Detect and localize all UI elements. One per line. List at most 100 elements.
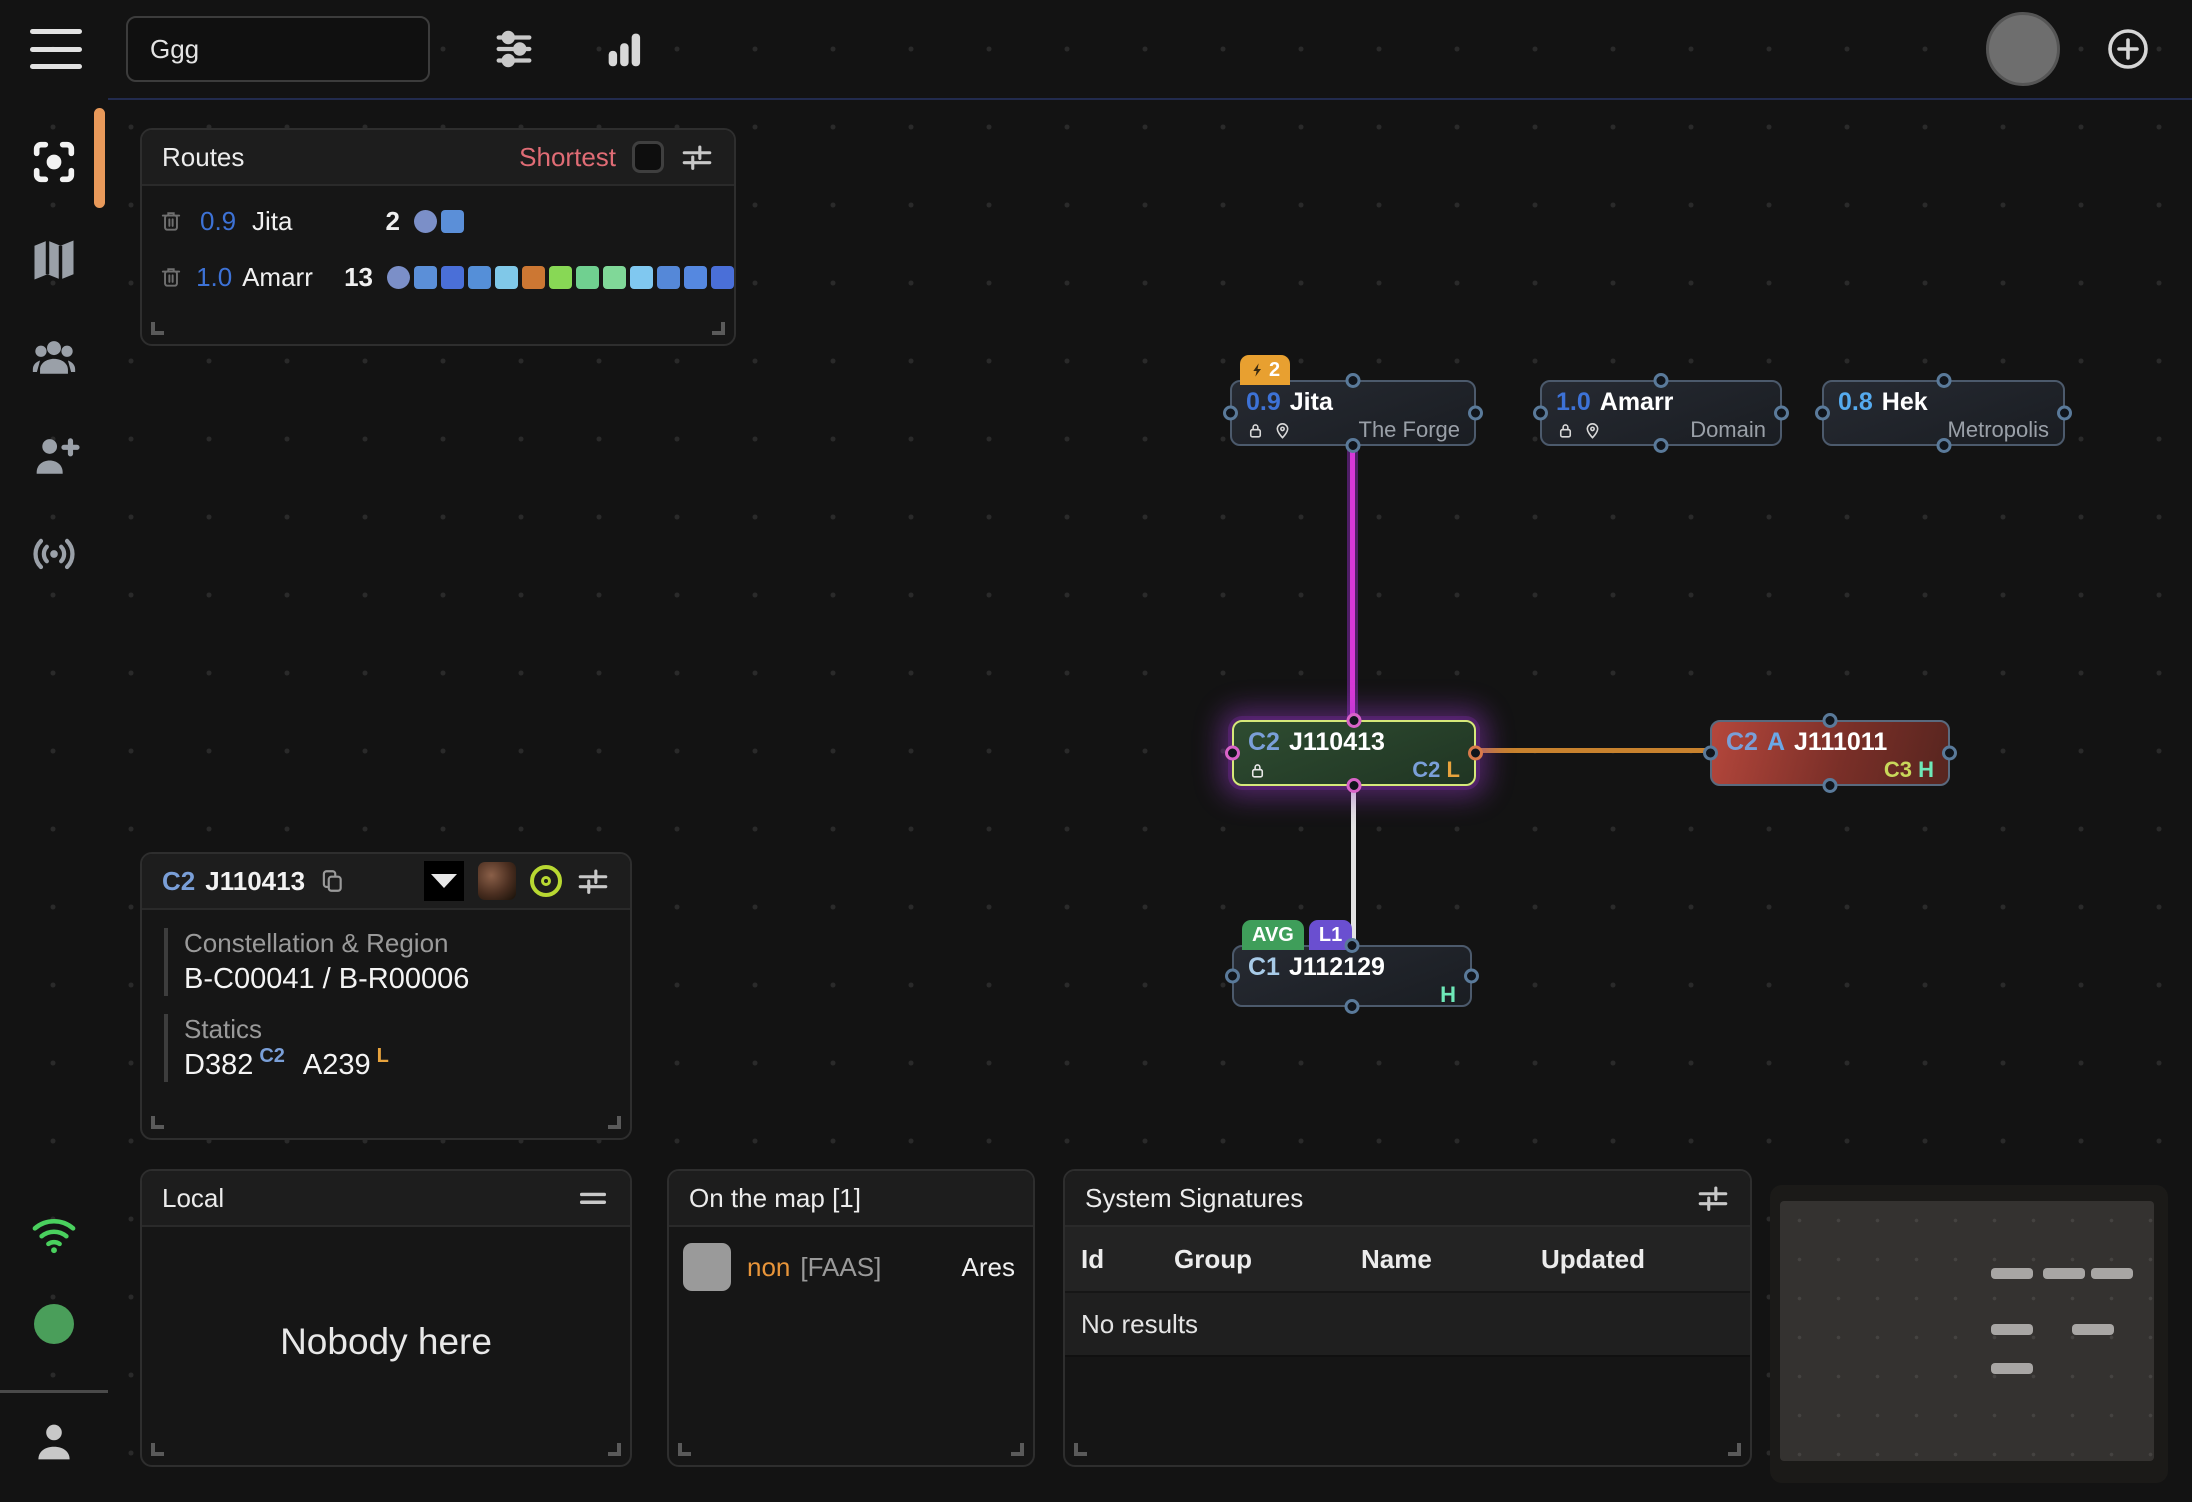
system-settings-icon[interactable] [576,864,610,898]
node-handle[interactable] [1533,406,1548,421]
node-handle[interactable] [1823,778,1838,793]
edge-j110413-j111011[interactable] [1478,748,1710,753]
node-handle[interactable] [1468,406,1483,421]
sidebar-item-add-character[interactable] [26,428,82,484]
node-handle[interactable] [1468,746,1483,761]
route-jump-square [522,266,545,289]
pilot-ship: Ares [962,1252,1015,1283]
col-id[interactable]: Id [1081,1244,1174,1275]
bar-chart-icon[interactable] [598,23,650,75]
map-node-hek[interactable]: 0.8Hek Metropolis [1822,380,2065,446]
route-mode-checkbox[interactable] [632,141,664,173]
col-name[interactable]: Name [1361,1244,1541,1275]
route-row[interactable]: 0.9 Jita 2 [158,200,734,242]
node-handle[interactable] [1345,938,1360,953]
sidebar-item-user[interactable] [26,1414,82,1470]
system-name: J112129 [1289,952,1385,982]
routes-panel: Routes Shortest 0.9 Jita 2 [140,128,736,346]
effect-ring-icon[interactable] [530,865,562,897]
map-node-j110413-selected[interactable]: C2J110413 C2 L [1232,720,1476,786]
col-group[interactable]: Group [1174,1244,1361,1275]
sidebar-item-map[interactable] [26,232,82,288]
resize-handle[interactable] [1728,1443,1741,1456]
static-code: A239 [303,1049,371,1082]
map-node-amarr[interactable]: 1.0Amarr Domain [1540,380,1782,446]
signatures-settings-icon[interactable] [1696,1181,1730,1215]
trash-icon[interactable] [158,208,192,234]
resize-handle[interactable] [608,1443,621,1456]
map-canvas[interactable]: 2 0.9Jita The Forge 1.0Amarr Dom [108,98,2192,1502]
constellation-value: B-C00041 / B-R00006 [184,963,630,996]
node-handle[interactable] [1464,969,1479,984]
sidebar-item-broadcast[interactable] [26,526,82,582]
minimap-node [1991,1363,2033,1374]
security-status: 0.8 [1838,387,1873,417]
resize-handle[interactable] [608,1116,621,1129]
route-jump-square [684,266,707,289]
node-handle[interactable] [1654,373,1669,388]
avg-badge: AVG [1242,920,1304,950]
node-handle[interactable] [1654,438,1669,453]
resize-handle[interactable] [1011,1443,1024,1456]
resize-handle[interactable] [151,322,164,335]
node-handle[interactable] [2057,406,2072,421]
route-path [387,266,734,289]
statics-section: Statics D382C2 A239L [164,1014,630,1082]
node-handle[interactable] [1346,373,1361,388]
node-handle[interactable] [1223,406,1238,421]
sidebar-item-characters[interactable] [26,330,82,386]
node-handle[interactable] [1942,746,1957,761]
location-pin-icon [1273,421,1292,440]
minimap[interactable] [1770,1185,2168,1483]
topbar [0,0,2192,98]
region-name: The Forge [1359,418,1461,442]
resize-handle[interactable] [712,322,725,335]
filter-sliders-icon[interactable] [488,23,540,75]
node-handle[interactable] [1815,406,1830,421]
resize-handle[interactable] [678,1443,691,1456]
node-handle[interactable] [1347,713,1362,728]
route-destination[interactable]: Amarr [242,262,334,293]
col-updated[interactable]: Updated [1541,1244,1750,1275]
copy-icon[interactable] [319,868,345,894]
avatar[interactable] [1986,12,2060,86]
system-thumbnail[interactable] [478,862,516,900]
resize-handle[interactable] [151,1443,164,1456]
map-node-jita[interactable]: 2 0.9Jita The Forge [1230,380,1476,446]
node-handle[interactable] [1225,969,1240,984]
node-handle[interactable] [1703,746,1718,761]
resize-handle[interactable] [1074,1443,1087,1456]
node-handle[interactable] [1345,999,1360,1014]
node-handle[interactable] [1936,438,1951,453]
pilot-row[interactable]: non [FAAS] Ares [683,1243,1015,1291]
routes-settings-icon[interactable] [680,140,714,174]
security-status: 0.9 [1246,387,1281,417]
trash-icon[interactable] [158,264,188,290]
route-jump-square [441,266,464,289]
node-handle[interactable] [1347,778,1362,793]
route-mode-label[interactable]: Shortest [519,142,616,173]
edge-jita-j110413[interactable] [1350,446,1355,720]
node-handle[interactable] [1823,713,1838,728]
system-name: J110413 [1289,727,1385,757]
wifi-icon [26,1206,82,1262]
map-node-j111011[interactable]: C2AJ111011 C3 H [1710,720,1950,786]
node-handle[interactable] [1774,406,1789,421]
resize-handle[interactable] [151,1116,164,1129]
lines-icon[interactable] [576,1181,610,1215]
node-handle[interactable] [1225,746,1240,761]
faction-icon[interactable] [424,861,464,901]
node-handle[interactable] [1936,373,1951,388]
lightning-icon [1250,361,1266,379]
route-row[interactable]: 1.0 Amarr 13 [158,256,734,298]
map-name-input[interactable] [126,16,430,82]
connections-badge: 2 [1240,355,1290,385]
route-jump-square [603,266,626,289]
map-node-j112129[interactable]: AVG L1 C1J112129 H [1232,945,1472,1007]
menu-icon[interactable] [30,29,82,69]
route-destination[interactable]: Jita [252,206,356,237]
plus-circle-icon[interactable] [2102,23,2154,75]
sidebar-item-focus[interactable] [26,134,82,190]
constellation-section: Constellation & Region B-C00041 / B-R000… [164,928,630,996]
node-handle[interactable] [1346,438,1361,453]
